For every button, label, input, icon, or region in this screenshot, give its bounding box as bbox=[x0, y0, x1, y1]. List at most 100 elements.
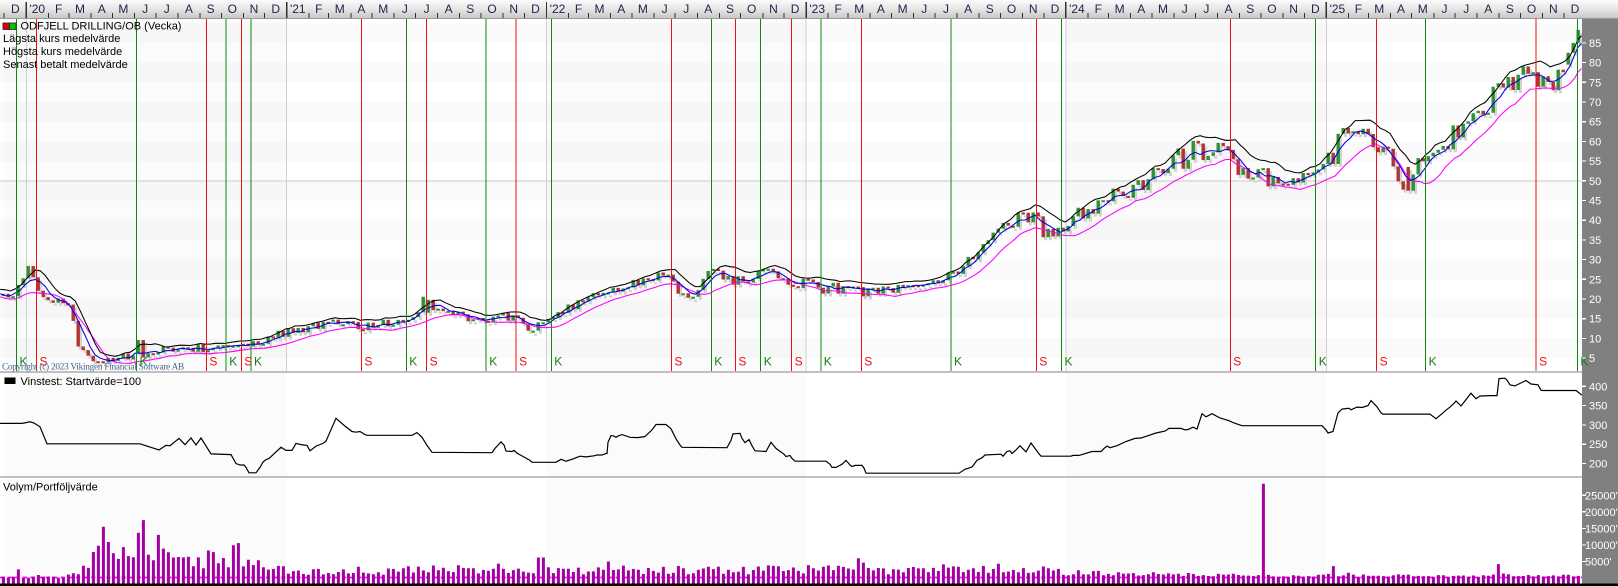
svg-text:10: 10 bbox=[1589, 333, 1601, 345]
svg-text:J: J bbox=[142, 2, 148, 16]
svg-text:400: 400 bbox=[1589, 381, 1607, 393]
svg-text:K: K bbox=[409, 355, 417, 369]
svg-text:5000': 5000' bbox=[1585, 557, 1612, 569]
svg-text:K: K bbox=[954, 355, 962, 369]
svg-text:D: D bbox=[531, 2, 540, 16]
svg-text:40: 40 bbox=[1589, 215, 1601, 227]
svg-text:Vinstest: Startvärde=100: Vinstest: Startvärde=100 bbox=[21, 376, 142, 388]
svg-text:Lägsta kurs medelvärde: Lägsta kurs medelvärde bbox=[3, 33, 120, 45]
svg-text:M: M bbox=[1115, 2, 1125, 16]
svg-text:Volym/Portföljvärde: Volym/Portföljvärde bbox=[3, 482, 98, 494]
svg-text:S: S bbox=[244, 355, 252, 369]
svg-text:S: S bbox=[1539, 355, 1547, 369]
svg-text:30: 30 bbox=[1589, 255, 1601, 267]
svg-text:M: M bbox=[595, 2, 605, 16]
svg-text:A: A bbox=[1137, 2, 1145, 16]
svg-text:M: M bbox=[1158, 2, 1168, 16]
svg-text:A: A bbox=[877, 2, 885, 16]
svg-text:300: 300 bbox=[1589, 420, 1607, 432]
svg-text:O: O bbox=[747, 2, 756, 16]
svg-text:M: M bbox=[378, 2, 388, 16]
svg-text:M: M bbox=[1418, 2, 1428, 16]
svg-text:S: S bbox=[519, 355, 527, 369]
svg-text:350: 350 bbox=[1589, 401, 1607, 413]
svg-text:'22: '22 bbox=[550, 2, 566, 16]
svg-text:M: M bbox=[118, 2, 128, 16]
svg-text:J: J bbox=[683, 2, 689, 16]
svg-text:S: S bbox=[795, 355, 803, 369]
svg-text:K: K bbox=[489, 355, 497, 369]
svg-text:F: F bbox=[835, 2, 842, 16]
svg-text:80: 80 bbox=[1589, 58, 1601, 70]
svg-text:S: S bbox=[466, 2, 474, 16]
svg-text:200: 200 bbox=[1589, 459, 1607, 471]
svg-text:A: A bbox=[964, 2, 972, 16]
svg-text:S: S bbox=[430, 355, 438, 369]
svg-text:S: S bbox=[864, 355, 872, 369]
svg-text:J: J bbox=[424, 2, 430, 16]
svg-text:S: S bbox=[1233, 355, 1241, 369]
svg-text:D: D bbox=[791, 2, 800, 16]
svg-text:N: N bbox=[769, 2, 778, 16]
svg-text:K: K bbox=[1319, 355, 1327, 369]
svg-text:ODFJELL DRILLING/OB (Vecka): ODFJELL DRILLING/OB (Vecka) bbox=[21, 21, 182, 33]
svg-text:J: J bbox=[921, 2, 927, 16]
svg-text:D: D bbox=[271, 2, 280, 16]
svg-text:J: J bbox=[402, 2, 408, 16]
svg-text:'24: '24 bbox=[1069, 2, 1085, 16]
svg-text:M: M bbox=[854, 2, 864, 16]
svg-text:A: A bbox=[185, 2, 193, 16]
svg-text:K: K bbox=[714, 355, 722, 369]
svg-text:A: A bbox=[98, 2, 106, 16]
svg-text:J: J bbox=[662, 2, 668, 16]
svg-text:15: 15 bbox=[1589, 314, 1601, 326]
svg-text:M: M bbox=[1374, 2, 1384, 16]
svg-text:K: K bbox=[1580, 355, 1588, 369]
svg-text:J: J bbox=[943, 2, 949, 16]
svg-text:K: K bbox=[554, 355, 562, 369]
svg-text:M: M bbox=[335, 2, 345, 16]
svg-text:F: F bbox=[575, 2, 582, 16]
svg-text:S: S bbox=[1246, 2, 1254, 16]
svg-text:O: O bbox=[228, 2, 237, 16]
svg-text:O: O bbox=[1007, 2, 1016, 16]
svg-text:F: F bbox=[315, 2, 322, 16]
svg-text:S: S bbox=[1380, 355, 1388, 369]
svg-text:K: K bbox=[824, 355, 832, 369]
svg-text:A: A bbox=[617, 2, 625, 16]
svg-text:'23: '23 bbox=[809, 2, 825, 16]
svg-text:S: S bbox=[1039, 355, 1047, 369]
svg-text:S: S bbox=[674, 355, 682, 369]
svg-text:K: K bbox=[1065, 355, 1073, 369]
svg-text:J: J bbox=[1463, 2, 1469, 16]
svg-text:A: A bbox=[1224, 2, 1232, 16]
svg-text:10000': 10000' bbox=[1585, 540, 1618, 552]
svg-text:M: M bbox=[898, 2, 908, 16]
svg-text:N: N bbox=[1289, 2, 1298, 16]
svg-text:K: K bbox=[229, 355, 237, 369]
svg-text:S: S bbox=[1506, 2, 1514, 16]
svg-text:Högsta kurs medelvärde: Högsta kurs medelvärde bbox=[3, 46, 122, 58]
svg-text:15000': 15000' bbox=[1585, 523, 1618, 535]
svg-text:A: A bbox=[1397, 2, 1405, 16]
svg-text:'20: '20 bbox=[29, 2, 45, 16]
svg-text:J: J bbox=[1182, 2, 1188, 16]
svg-text:D: D bbox=[1571, 2, 1580, 16]
svg-text:Senast betalt medelvärde: Senast betalt medelvärde bbox=[3, 59, 128, 71]
svg-text:S: S bbox=[986, 2, 994, 16]
svg-text:N: N bbox=[509, 2, 518, 16]
svg-text:N: N bbox=[1549, 2, 1558, 16]
svg-text:M: M bbox=[75, 2, 85, 16]
svg-text:A: A bbox=[445, 2, 453, 16]
svg-text:J: J bbox=[1442, 2, 1448, 16]
svg-text:S: S bbox=[207, 2, 215, 16]
svg-text:70: 70 bbox=[1589, 97, 1601, 109]
svg-text:85: 85 bbox=[1589, 38, 1601, 50]
svg-text:A: A bbox=[1484, 2, 1492, 16]
svg-text:35: 35 bbox=[1589, 235, 1601, 247]
svg-text:K: K bbox=[1429, 355, 1437, 369]
svg-text:D: D bbox=[1311, 2, 1320, 16]
svg-text:F: F bbox=[55, 2, 62, 16]
svg-text:'25: '25 bbox=[1330, 2, 1346, 16]
svg-text:Copyright (c) 2023 Vikingen Fi: Copyright (c) 2023 Vikingen Financial So… bbox=[2, 362, 184, 372]
